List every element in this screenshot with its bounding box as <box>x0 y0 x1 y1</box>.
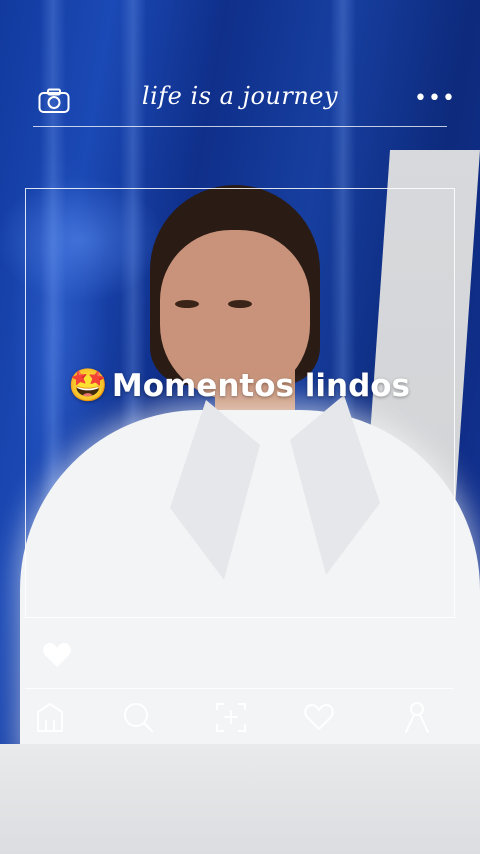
profile-icon[interactable] <box>400 700 434 734</box>
header-title: life is a journey <box>141 82 339 110</box>
home-icon[interactable] <box>33 700 67 734</box>
caption: 🤩 Momentos lindos <box>68 366 410 404</box>
star-struck-emoji: 🤩 <box>68 366 108 404</box>
header-divider <box>33 126 447 127</box>
add-post-icon[interactable] <box>214 700 248 734</box>
favorites-icon[interactable] <box>302 700 336 734</box>
floor <box>0 744 480 854</box>
footer-divider <box>25 688 453 689</box>
camera-icon[interactable] <box>38 88 70 114</box>
more-options-button[interactable]: ••• <box>414 88 456 110</box>
search-icon[interactable] <box>121 700 155 734</box>
heart-icon[interactable] <box>42 642 72 668</box>
caption-text: Momentos lindos <box>111 368 411 404</box>
